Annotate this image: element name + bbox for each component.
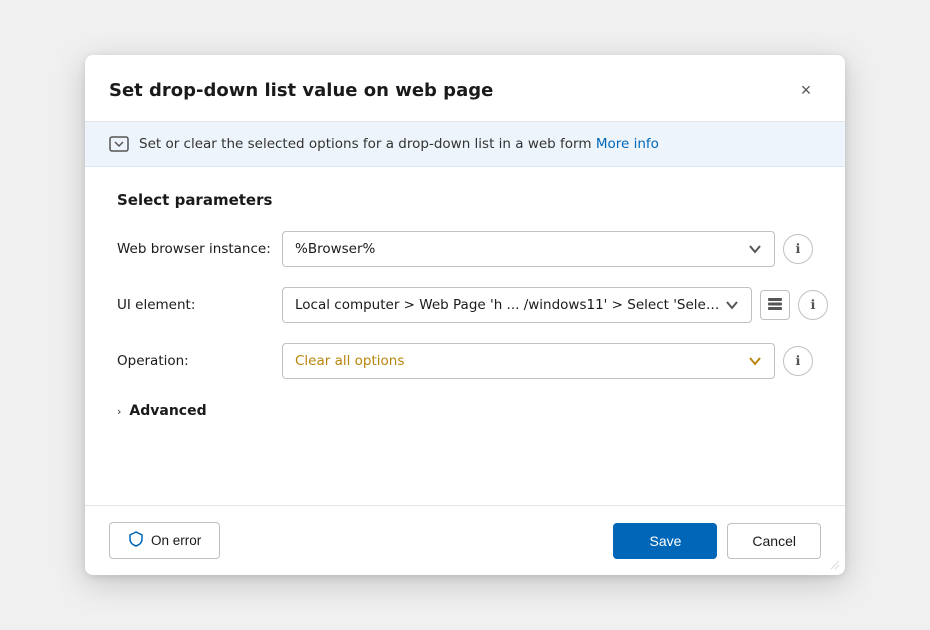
advanced-section[interactable]: › Advanced — [117, 399, 813, 423]
resize-handle[interactable] — [829, 559, 841, 571]
advanced-label: Advanced — [129, 403, 206, 419]
operation-info-button[interactable]: ℹ — [783, 346, 813, 376]
operation-control: Clear all options ℹ — [282, 343, 813, 379]
shield-icon — [128, 531, 144, 550]
dialog-header: Set drop-down list value on web page × — [85, 55, 845, 122]
dialog-title: Set drop-down list value on web page — [109, 80, 493, 101]
info-icon-3: ℹ — [796, 353, 801, 369]
dialog-body: Select parameters Web browser instance: … — [85, 167, 845, 505]
web-browser-info-button[interactable]: ℹ — [783, 234, 813, 264]
ui-element-label: UI element: — [117, 297, 282, 313]
operation-select[interactable]: Clear all options — [282, 343, 775, 379]
footer-right-actions: Save Cancel — [613, 523, 821, 559]
ui-element-row: UI element: Local computer > Web Page 'h… — [117, 287, 813, 323]
web-browser-value: %Browser% — [295, 241, 375, 257]
web-browser-chevron-icon — [748, 242, 762, 256]
banner-text: Set or clear the selected options for a … — [139, 136, 659, 152]
ui-element-value: Local computer > Web Page 'h ... /window… — [295, 297, 725, 313]
ui-element-stack-button[interactable] — [760, 290, 790, 320]
web-browser-control: %Browser% ℹ — [282, 231, 813, 267]
operation-chevron-icon — [748, 354, 762, 368]
web-browser-select[interactable]: %Browser% — [282, 231, 775, 267]
ui-element-control: Local computer > Web Page 'h ... /window… — [282, 287, 828, 323]
close-button[interactable]: × — [791, 75, 821, 105]
save-button[interactable]: Save — [613, 523, 717, 559]
operation-row: Operation: Clear all options ℹ — [117, 343, 813, 379]
ui-element-chevron-icon — [725, 298, 739, 312]
info-icon-2: ℹ — [811, 297, 816, 313]
on-error-label: On error — [151, 533, 201, 548]
cancel-button[interactable]: Cancel — [727, 523, 821, 559]
info-icon: ℹ — [796, 241, 801, 257]
dropdown-icon — [109, 136, 129, 152]
section-title: Select parameters — [117, 191, 813, 209]
on-error-button[interactable]: On error — [109, 522, 220, 559]
info-banner: Set or clear the selected options for a … — [85, 122, 845, 167]
web-browser-label: Web browser instance: — [117, 241, 282, 257]
advanced-chevron-icon: › — [117, 405, 121, 418]
ui-element-info-button[interactable]: ℹ — [798, 290, 828, 320]
operation-value: Clear all options — [295, 353, 404, 369]
dialog-footer: On error Save Cancel — [85, 505, 845, 575]
close-icon: × — [801, 80, 812, 101]
web-browser-row: Web browser instance: %Browser% ℹ — [117, 231, 813, 267]
ui-element-select[interactable]: Local computer > Web Page 'h ... /window… — [282, 287, 752, 323]
operation-label: Operation: — [117, 353, 282, 369]
stack-icon — [767, 297, 783, 314]
dialog: Set drop-down list value on web page × S… — [85, 55, 845, 575]
more-info-link[interactable]: More info — [596, 136, 659, 152]
